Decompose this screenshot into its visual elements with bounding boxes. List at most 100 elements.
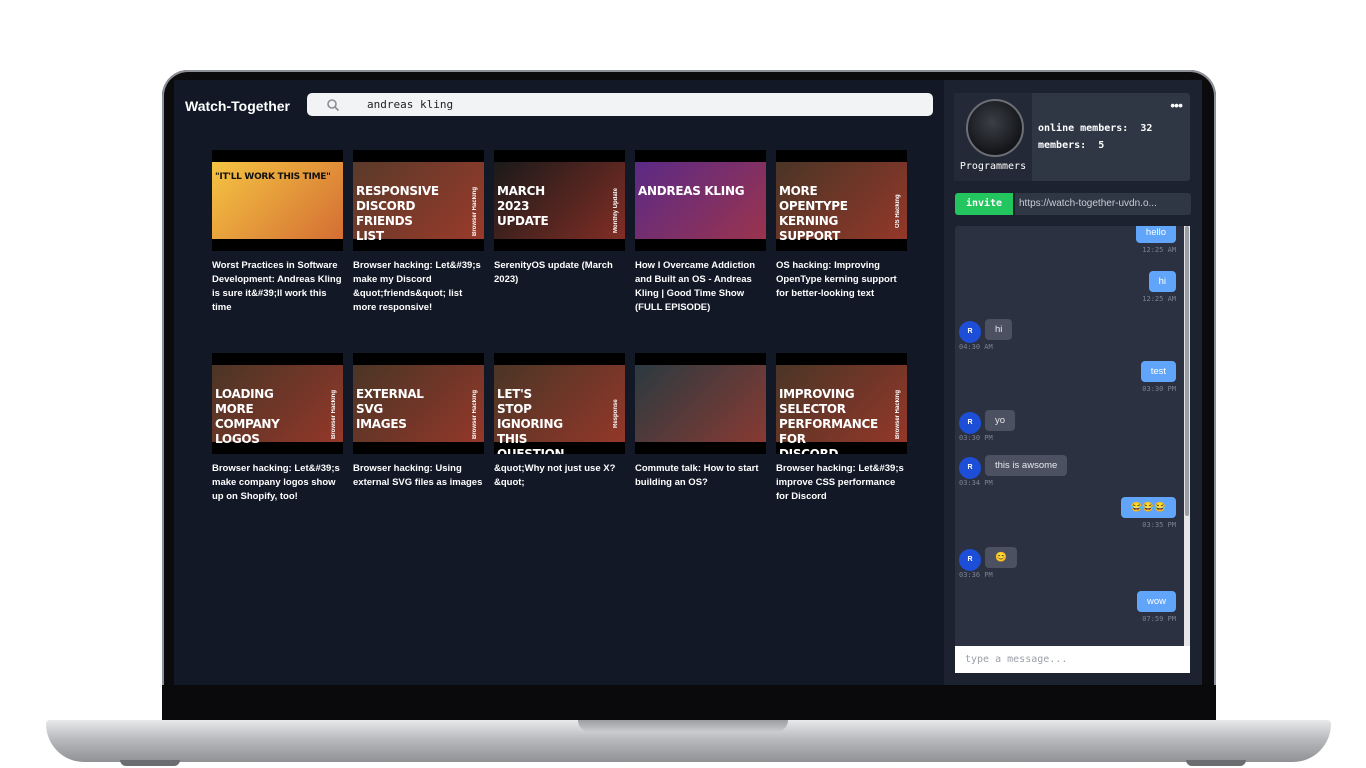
message-time: 03:34 PM: [959, 479, 993, 487]
message-bubble-wrap: hi: [985, 319, 1013, 340]
thumbnail-side-label: Browser Hacking: [472, 389, 478, 439]
message-bubble-wrap: hello: [1135, 226, 1176, 243]
thumbnail-text: RESPONSIVE DISCORD FRIENDS LIST: [356, 184, 439, 243]
video-title[interactable]: Browser hacking: Using external SVG file…: [353, 462, 484, 490]
message-outgoing: hello 12:25 AM: [1135, 226, 1176, 254]
message-time: 03:30 PM: [1142, 385, 1176, 393]
video-thumbnail[interactable]: LET'S STOP IGNORING THIS QUESTION Respons…: [494, 353, 625, 454]
room-card: Programmers online members: 32 members: …: [954, 93, 1190, 181]
video-thumbnail[interactable]: RESPONSIVE DISCORD FRIENDS LIST Browser H…: [353, 150, 484, 251]
message-bubble: hi: [985, 319, 1013, 340]
message-bubble-wrap: wow: [1136, 591, 1176, 612]
video-title[interactable]: Browser hacking: Let&#39;s make my Disco…: [353, 259, 484, 315]
video-card[interactable]: "IT'LL WORK THIS TIME" Worst Practices in…: [212, 150, 343, 315]
video-card[interactable]: LET'S STOP IGNORING THIS QUESTION Respons…: [494, 353, 625, 490]
message-time: 03:36 PM: [959, 571, 993, 579]
thumbnail-image: MORE OPENTYPE KERNING SUPPORT OS Hacking: [776, 162, 907, 243]
laptop-foot-right: [1186, 760, 1246, 766]
video-title[interactable]: OS hacking: Improving OpenType kerning s…: [776, 259, 907, 301]
more-options-icon[interactable]: •••: [1170, 97, 1183, 113]
video-card[interactable]: Commute talk: How to start building an O…: [635, 353, 766, 490]
chat-panel: Programmers online members: 32 members: …: [944, 80, 1202, 685]
thumbnail-text: LET'S STOP IGNORING THIS QUESTION: [497, 387, 565, 454]
message-time: 12:25 AM: [1142, 246, 1176, 254]
message-bubble-wrap: this is awsome: [985, 455, 1068, 476]
room-avatar: [966, 99, 1024, 157]
room-name: Programmers: [959, 161, 1027, 172]
screen: Watch-Together "IT'LL WORK THIS TIME" Wor…: [174, 80, 1202, 685]
thumbnail-image: EXTERNAL SVG IMAGES Browser Hacking: [353, 365, 484, 442]
chat-messages[interactable]: hello 12:25 AM hi 12:25 AM Rhi 04:30 AM test 03…: [955, 226, 1184, 646]
message-time: 03:30 PM: [959, 434, 993, 442]
video-title[interactable]: Browser hacking: Let&#39;s improve CSS p…: [776, 462, 907, 504]
members-label: members:: [1038, 140, 1087, 151]
thumbnail-text: EXTERNAL SVG IMAGES: [356, 387, 424, 431]
message-outgoing: 😂😂😂 03:35 PM: [1120, 497, 1176, 529]
thumbnail-image: LOADING MORE COMPANY LOGOS Browser Hackin…: [212, 365, 343, 446]
video-card[interactable]: LOADING MORE COMPANY LOGOS Browser Hackin…: [212, 353, 343, 504]
room-stats: online members: 32 members: 5: [1038, 120, 1152, 154]
message-bubble: yo: [985, 410, 1016, 431]
video-title[interactable]: How I Overcame Addiction and Built an OS…: [635, 259, 766, 315]
video-title[interactable]: SerenityOS update (March 2023): [494, 259, 625, 287]
message-bubble: 😊: [985, 547, 1017, 568]
laptop-foot-left: [120, 760, 180, 766]
thumbnail-text: IMPROVING SELECTOR PERFORMANCE FOR DISCO…: [779, 387, 878, 454]
video-thumbnail[interactable]: ANDREAS KLING: [635, 150, 766, 251]
laptop-bezel: [162, 685, 1216, 722]
video-title[interactable]: &quot;Why not just use X?&quot;: [494, 462, 625, 490]
thumbnail-text: MORE OPENTYPE KERNING SUPPORT: [779, 184, 848, 243]
message-bubble-wrap: 😊: [985, 547, 1017, 568]
thumbnail-text: "IT'LL WORK THIS TIME": [215, 172, 331, 182]
message-outgoing: wow 07:59 PM: [1136, 591, 1176, 623]
message-time: 07:59 PM: [1142, 615, 1176, 623]
thumbnail-text: ANDREAS KLING: [638, 184, 745, 198]
video-thumbnail[interactable]: "IT'LL WORK THIS TIME": [212, 150, 343, 251]
room-avatar-box: Programmers: [954, 93, 1032, 181]
thumbnail-text: LOADING MORE COMPANY LOGOS: [215, 387, 280, 446]
video-card[interactable]: EXTERNAL SVG IMAGES Browser Hacking Browse…: [353, 353, 484, 490]
online-members-label: online members:: [1038, 123, 1129, 134]
chat-scrollbar[interactable]: [1184, 226, 1190, 646]
message-outgoing: test 03:30 PM: [1140, 361, 1176, 393]
video-card[interactable]: MARCH 2023 UPDATE Monthly Update SerenityO…: [494, 150, 625, 287]
video-card[interactable]: IMPROVING SELECTOR PERFORMANCE FOR DISCO…: [776, 353, 907, 504]
search-input[interactable]: [367, 93, 907, 116]
message-bubble-wrap: yo: [985, 410, 1016, 431]
video-card[interactable]: MORE OPENTYPE KERNING SUPPORT OS Hacking O…: [776, 150, 907, 301]
message-bubble: wow: [1136, 591, 1176, 612]
app-title: Watch-Together: [185, 98, 290, 114]
video-card[interactable]: RESPONSIVE DISCORD FRIENDS LIST Browser H…: [353, 150, 484, 315]
video-card[interactable]: ANDREAS KLING How I Overcame Addiction an…: [635, 150, 766, 315]
invite-button[interactable]: invite: [955, 193, 1013, 215]
user-avatar: R: [959, 321, 981, 343]
video-thumbnail[interactable]: [635, 353, 766, 454]
video-title[interactable]: Commute talk: How to start building an O…: [635, 462, 766, 490]
user-avatar: R: [959, 549, 981, 571]
video-thumbnail[interactable]: EXTERNAL SVG IMAGES Browser Hacking: [353, 353, 484, 454]
message-incoming: Ryo 03:30 PM: [959, 410, 1016, 442]
message-outgoing: hi 12:25 AM: [1142, 271, 1176, 303]
video-thumbnail[interactable]: LOADING MORE COMPANY LOGOS Browser Hackin…: [212, 353, 343, 454]
thumbnail-image: IMPROVING SELECTOR PERFORMANCE FOR DISCO…: [776, 365, 907, 454]
thumbnail-image: [635, 365, 766, 442]
video-title[interactable]: Browser hacking: Let&#39;s make company …: [212, 462, 343, 504]
video-thumbnail[interactable]: IMPROVING SELECTOR PERFORMANCE FOR DISCO…: [776, 353, 907, 454]
thumbnail-side-label: Monthly Update: [613, 188, 619, 234]
invite-link[interactable]: https://watch-together-uvdn.o...: [1015, 193, 1191, 215]
thumbnail-side-label: Browser Hacking: [472, 186, 478, 236]
message-bubble-wrap: test: [1140, 361, 1176, 382]
online-members-count: 32: [1140, 123, 1153, 134]
video-thumbnail[interactable]: MARCH 2023 UPDATE Monthly Update: [494, 150, 625, 251]
message-time: 12:25 AM: [1142, 295, 1176, 303]
thumbnail-image: "IT'LL WORK THIS TIME": [212, 162, 343, 239]
thumbnail-image: MARCH 2023 UPDATE Monthly Update: [494, 162, 625, 239]
thumbnail-image: RESPONSIVE DISCORD FRIENDS LIST Browser H…: [353, 162, 484, 243]
video-title[interactable]: Worst Practices in Software Development:…: [212, 259, 343, 315]
message-input[interactable]: [955, 646, 1190, 673]
search-bar[interactable]: [307, 93, 933, 116]
laptop-notch: [578, 720, 788, 732]
message-bubble-wrap: hi: [1142, 271, 1176, 292]
chat-scroll-thumb[interactable]: [1185, 226, 1189, 516]
video-thumbnail[interactable]: MORE OPENTYPE KERNING SUPPORT OS Hacking: [776, 150, 907, 251]
